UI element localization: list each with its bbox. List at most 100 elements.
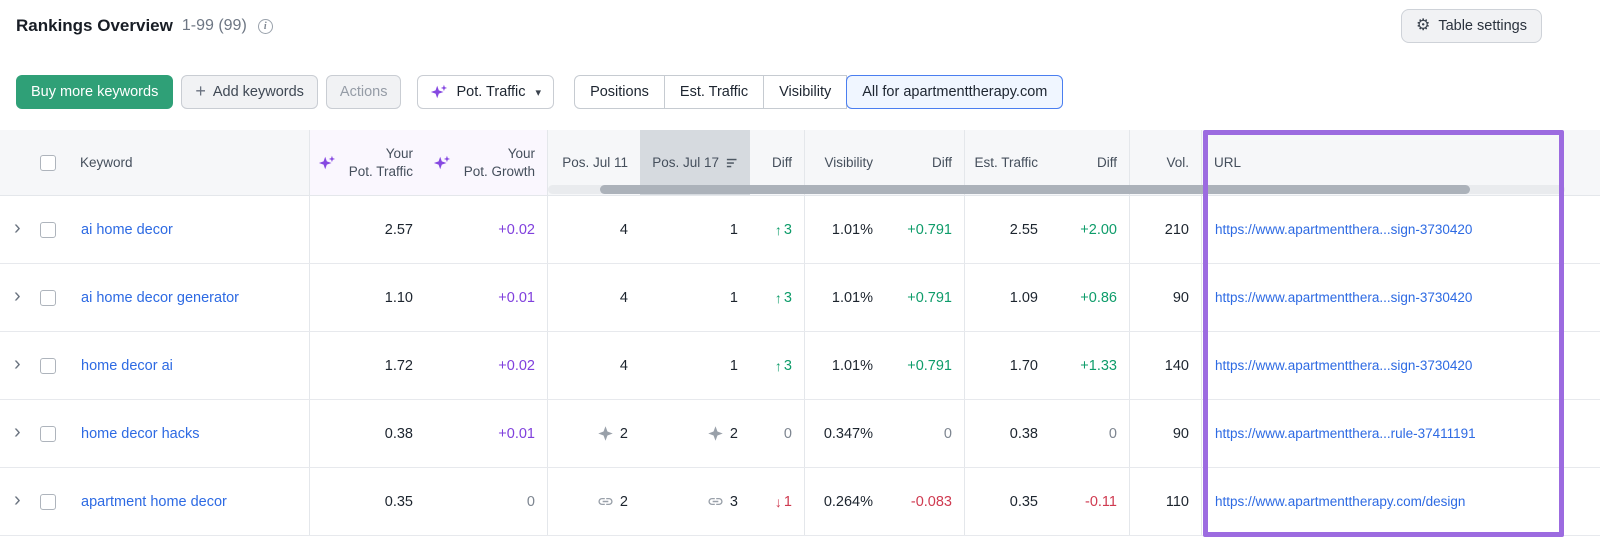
url-cell: https://www.apartmentthera...sign-373042…: [1202, 196, 1600, 263]
row-checkbox[interactable]: [40, 289, 56, 306]
sort-descending-icon: [726, 158, 737, 167]
link-icon: [598, 497, 613, 506]
column-label: URL: [1214, 155, 1242, 170]
view-tab-label: Est. Traffic: [679, 84, 749, 100]
visibility-diff-cell: 0: [885, 400, 965, 467]
column-label: Keyword: [80, 155, 133, 170]
expand-cell: ›: [0, 332, 40, 399]
url-cell: https://www.apartmentthera...sign-373042…: [1202, 332, 1600, 399]
row-checkbox[interactable]: [40, 493, 56, 510]
visibility-diff-cell: -0.083: [885, 468, 965, 535]
url-link[interactable]: https://www.apartmentthera...rule-374111…: [1215, 426, 1476, 441]
arrow-up-icon: ↑: [774, 289, 782, 306]
rankings-table: Keyword Your Pot. Traffic Your Pot. Grow…: [0, 130, 1600, 536]
column-label: Diff: [1096, 155, 1117, 170]
view-tab-est-traffic[interactable]: Est. Traffic: [663, 75, 765, 109]
est-traffic-diff-cell: +2.00: [1050, 196, 1130, 263]
est-traffic-cell: 0.35: [1009, 493, 1038, 510]
url-link[interactable]: https://www.apartmentthera...sign-373042…: [1215, 222, 1472, 237]
arrow-up-icon: ↑: [774, 357, 782, 374]
serp-feature-icon: [708, 426, 723, 441]
row-checkbox[interactable]: [40, 357, 56, 374]
pos-jul17-cell: 2: [640, 400, 750, 467]
pos-jul11-cell: 4: [619, 289, 628, 306]
view-switcher: Positions Est. Traffic Visibility All fo…: [574, 75, 1064, 109]
actions-button[interactable]: Actions: [325, 75, 402, 109]
metric-selector-value: Pot. Traffic: [456, 84, 526, 100]
volume-cell: 90: [1130, 400, 1202, 467]
est-traffic-cell: 1.09: [1009, 289, 1038, 306]
keyword-cell: home decor hacks: [68, 400, 310, 467]
buy-more-keywords-label: Buy more keywords: [31, 84, 159, 100]
expand-row-icon[interactable]: ›: [14, 218, 21, 238]
view-tab-visibility[interactable]: Visibility: [763, 75, 848, 109]
column-label: Est. Traffic: [974, 155, 1038, 170]
pos-diff-cell: ↑ 3: [750, 196, 805, 263]
keyword-link[interactable]: home decor ai: [81, 358, 173, 374]
column-header-pot-growth[interactable]: Your Pot. Growth: [425, 130, 548, 195]
checkbox-cell: [40, 400, 68, 467]
ai-sparkle-icon: [318, 155, 336, 169]
url-cell: https://www.apartmentthera...sign-373042…: [1202, 264, 1600, 331]
url-link[interactable]: https://www.apartmentthera...sign-373042…: [1215, 358, 1472, 373]
add-keywords-button[interactable]: + Add keywords: [181, 75, 318, 109]
expand-cell: ›: [0, 400, 40, 467]
est-traffic-diff-cell: +0.86: [1050, 264, 1130, 331]
visibility-cell: 1.01%: [831, 357, 873, 374]
expand-cell: ›: [0, 468, 40, 535]
view-tab-all-for-domain[interactable]: All for apartmenttherapy.com: [846, 75, 1064, 109]
est-traffic-diff-cell: +1.33: [1050, 332, 1130, 399]
url-cell: https://www.apartmenttherapy.com/design: [1202, 468, 1600, 535]
horizontal-scrollbar[interactable]: [548, 185, 1565, 194]
pot-traffic-cell: 0.35: [384, 493, 413, 510]
row-checkbox[interactable]: [40, 221, 56, 238]
column-header-keyword[interactable]: Keyword: [68, 130, 310, 195]
checkbox-cell: [40, 264, 68, 331]
buy-more-keywords-button[interactable]: Buy more keywords: [16, 75, 174, 109]
column-label: Your Pot. Growth: [463, 145, 535, 179]
table-settings-button[interactable]: ⚙ Table settings: [1400, 9, 1542, 43]
row-checkbox[interactable]: [40, 425, 56, 442]
pos-jul11-cell: 2: [548, 468, 640, 535]
checkbox-cell: [40, 196, 68, 263]
pos-diff-cell: ↑ 3: [750, 332, 805, 399]
view-tab-positions[interactable]: Positions: [574, 75, 665, 109]
title-bar: Rankings Overview 1-99 (99) i ⚙ Table se…: [0, 0, 1600, 52]
results-range: 1-99 (99): [181, 17, 247, 34]
info-icon[interactable]: i: [257, 18, 273, 34]
add-keywords-label: Add keywords: [212, 84, 304, 100]
visibility-diff-cell: +0.791: [885, 196, 965, 263]
expand-row-icon[interactable]: ›: [14, 354, 21, 374]
expand-row-icon[interactable]: ›: [14, 422, 21, 442]
metric-selector-dropdown[interactable]: Pot. Traffic ▾: [417, 75, 555, 109]
column-label: Diff: [771, 155, 792, 170]
info-glyph: i: [263, 20, 267, 32]
select-all-checkbox[interactable]: [40, 154, 56, 171]
ai-sparkle-icon: [433, 155, 451, 169]
page-title: Rankings Overview: [16, 16, 173, 35]
expand-cell: ›: [0, 264, 40, 331]
table-row: › ai home decor 2.57 +0.02 4 1 ↑ 3 1.01% +0.791 2.…: [0, 196, 1600, 264]
column-header-pot-traffic[interactable]: Your Pot. Traffic: [310, 130, 425, 195]
pot-traffic-cell: 2.57: [384, 221, 413, 238]
expand-row-icon[interactable]: ›: [14, 286, 21, 306]
keyword-link[interactable]: home decor hacks: [81, 426, 199, 442]
url-link[interactable]: https://www.apartmenttherapy.com/design: [1215, 494, 1465, 509]
keyword-cell: apartment home decor: [68, 468, 310, 535]
table-body: › ai home decor 2.57 +0.02 4 1 ↑ 3 1.01% +0.791 2.…: [0, 196, 1600, 536]
est-traffic-cell: 2.55: [1009, 221, 1038, 238]
pos-jul11-cell: 4: [619, 357, 628, 374]
visibility-cell: 0.347%: [823, 425, 873, 442]
keyword-link[interactable]: ai home decor generator: [81, 290, 239, 306]
volume-cell: 90: [1130, 264, 1202, 331]
horizontal-scrollbar-thumb[interactable]: [600, 185, 1470, 194]
est-traffic-diff-cell: 0: [1050, 400, 1130, 467]
table-row: › home decor hacks 0.38 +0.01 2 2 0 0.347% 0 0.38…: [0, 400, 1600, 468]
expand-row-icon[interactable]: ›: [14, 490, 21, 510]
table-settings-label: Table settings: [1438, 18, 1527, 34]
column-label: Your Pot. Traffic: [348, 145, 413, 179]
keyword-link[interactable]: ai home decor: [81, 222, 173, 238]
url-link[interactable]: https://www.apartmentthera...sign-373042…: [1215, 290, 1472, 305]
table-header-row: Keyword Your Pot. Traffic Your Pot. Grow…: [0, 130, 1600, 196]
keyword-link[interactable]: apartment home decor: [81, 494, 227, 510]
